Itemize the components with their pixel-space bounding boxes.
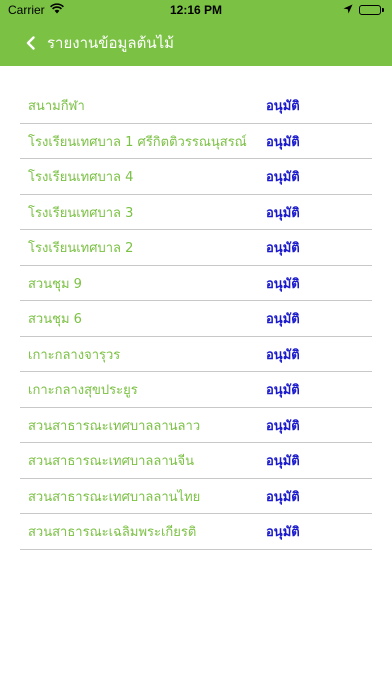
approval-status: อนุมัติ [266,525,300,541]
list-item[interactable]: สวนสาธารณะเทศบาลลานลาว อนุมัติ [20,408,372,444]
approval-status: อนุมัติ [266,205,300,221]
item-name: โรงเรียนเทศบาล 3 [28,205,134,221]
item-name: โรงเรียนเทศบาล 1 ศรีกิตติวรรณนุสรณ์ [28,134,247,150]
item-name: สวนชุม 6 [28,312,82,328]
item-name: สวนสาธารณะเฉลิมพระเกียรติ [28,525,197,541]
approval-status: อนุมัติ [266,241,300,257]
list-item[interactable]: เกาะกลางจารุวร อนุมัติ [20,337,372,373]
back-button[interactable] [0,20,35,66]
list-item[interactable]: โรงเรียนเทศบาล 2 อนุมัติ [20,230,372,266]
item-name: โรงเรียนเทศบาล 4 [28,170,134,186]
list-item[interactable]: โรงเรียนเทศบาล 1 ศรีกิตติวรรณนุสรณ์ อนุม… [20,124,372,160]
approval-status: อนุมัติ [266,312,300,328]
list-item[interactable]: สวนสาธารณะเทศบาลลานจีน อนุมัติ [20,443,372,479]
navigation-bar: รายงานข้อมูลต้นไม้ [0,20,392,66]
item-name: โรงเรียนเทศบาล 2 [28,241,134,257]
approval-status: อนุมัติ [266,99,300,115]
list-item[interactable]: สวนสาธารณะเฉลิมพระเกียรติ อนุมัติ [20,514,372,550]
item-name: สวนสาธารณะเทศบาลลานลาว [28,418,201,434]
approval-status: อนุมัติ [266,454,300,470]
approval-status: อนุมัติ [266,134,300,150]
list-item[interactable]: เกาะกลางสุขประยูร อนุมัติ [20,372,372,408]
status-time: 12:16 PM [169,3,223,17]
item-name: เกาะกลางจารุวร [28,347,121,363]
status-right [343,0,384,20]
list-item[interactable]: โรงเรียนเทศบาล 4 อนุมัติ [20,159,372,195]
item-name: เกาะกลางสุขประยูร [28,383,138,399]
list-item[interactable]: สวนชุม 9 อนุมัติ [20,266,372,302]
location-arrow-icon [343,3,353,17]
list-item[interactable]: สนามกีฬา อนุมัติ [20,88,372,124]
battery-icon [359,5,384,15]
page-title: รายงานข้อมูลต้นไม้ [47,34,175,52]
approval-status: อนุมัติ [266,418,300,434]
tree-report-list: สนามกีฬา อนุมัติ โรงเรียนเทศบาล 1 ศรีกิต… [0,88,392,550]
list-item[interactable]: สวนสาธารณะเทศบาลลานไทย อนุมัติ [20,479,372,515]
item-name: สวนสาธารณะเทศบาลลานจีน [28,454,195,470]
approval-status: อนุมัติ [266,276,300,292]
item-name: สนามกีฬา [28,99,85,115]
list-item[interactable]: โรงเรียนเทศบาล 3 อนุมัติ [20,195,372,231]
status-bar: Carrier 12:16 PM [0,0,392,20]
approval-status: อนุมัติ [266,383,300,399]
chevron-left-icon [26,36,35,50]
item-name: สวนชุม 9 [28,276,82,292]
item-name: สวนสาธารณะเทศบาลลานไทย [28,489,201,505]
approval-status: อนุมัติ [266,170,300,186]
approval-status: อนุมัติ [266,347,300,363]
list-item[interactable]: สวนชุม 6 อนุมัติ [20,301,372,337]
approval-status: อนุมัติ [266,489,300,505]
